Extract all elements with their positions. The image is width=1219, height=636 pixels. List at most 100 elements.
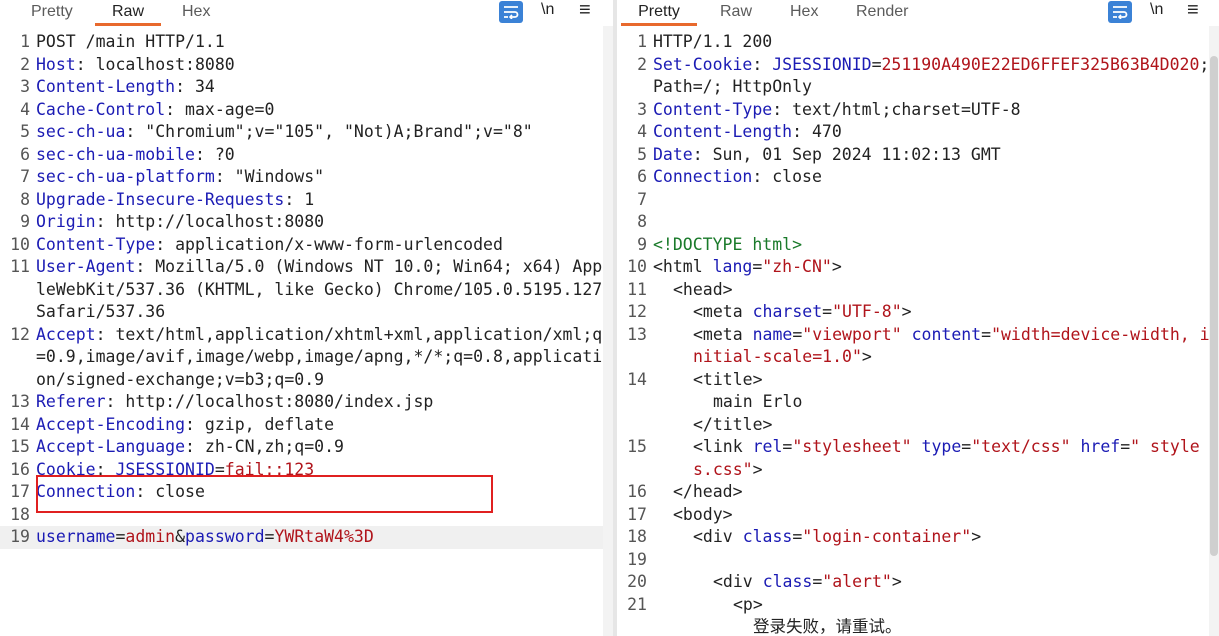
code-line: 7 sec-ch-ua-platform: "Windows" bbox=[20, 167, 325, 186]
code-line: 13 <meta name="viewport" content="width=… bbox=[627, 324, 1210, 367]
code-line: 16 </head> bbox=[627, 482, 743, 501]
request-scrollbar[interactable] bbox=[603, 26, 613, 636]
code-line: 19 bbox=[627, 549, 647, 569]
header-value: application/x-www-form-urlencoded bbox=[165, 234, 503, 254]
header-name: Referer bbox=[36, 392, 106, 411]
code-line: 13 Referer: http://localhost:8080/index.j… bbox=[10, 392, 434, 411]
header-value: text/html,application/xhtml+xml,applicat… bbox=[36, 324, 603, 389]
header-value: "Windows" bbox=[224, 167, 325, 186]
header-name: Set-Cookie bbox=[653, 54, 753, 74]
code-line: 15 Accept-Language: zh-CN,zh;q=0.9 bbox=[10, 437, 344, 456]
code-line: 18 <div class="login-container"> bbox=[627, 527, 982, 546]
response-tab-hex[interactable]: Hex bbox=[790, 0, 818, 26]
response-tab-raw[interactable]: Raw bbox=[720, 0, 752, 26]
code-line: 12 Accept: text/html,application/xhtml+xm… bbox=[10, 324, 603, 389]
response-headers: 3 Content-Type: text/html;charset=UTF-8 4 C… bbox=[617, 99, 1219, 189]
header-name: Connection bbox=[653, 167, 753, 186]
code-line: 11 User-Agent: Mozilla/5.0 (Windows NT 10… bbox=[0, 256, 613, 324]
header-name: Cache-Control bbox=[36, 99, 166, 119]
header-name: sec-ch-ua-platform bbox=[36, 167, 215, 186]
request-wrap-toggle[interactable] bbox=[498, 0, 524, 24]
response-editor[interactable]: 1 HTTP/1.1 200 2 Set-Cookie: JSESSIONID=… bbox=[617, 31, 1219, 636]
code-line: 登录失败，请重试。 bbox=[617, 616, 1219, 636]
code-line: 9 <!DOCTYPE html> bbox=[637, 234, 803, 254]
code-line: 10 Content-Type: application/x-www-form-u… bbox=[10, 234, 503, 254]
code-line: 7 bbox=[637, 189, 647, 209]
code-line: 14 Accept-Encoding: gzip, deflate bbox=[10, 414, 335, 434]
param-value: YWRtaW4%3D bbox=[274, 527, 374, 546]
request-tab-raw[interactable]: Raw bbox=[95, 0, 161, 26]
header-name: Upgrade-Insecure-Requests bbox=[36, 189, 285, 209]
request-newline-toggle[interactable]: \n bbox=[541, 0, 554, 24]
param-value: admin bbox=[125, 527, 176, 546]
code-line: 4 Content-Length: 470 bbox=[637, 122, 842, 141]
header-name: Host bbox=[36, 54, 76, 74]
word-wrap-icon bbox=[1108, 1, 1132, 23]
header-name: Content-Length bbox=[653, 122, 793, 141]
header-value: http://localhost:8080 bbox=[105, 212, 325, 231]
header-value: ?0 bbox=[204, 144, 235, 164]
header-name: Content-Type bbox=[653, 99, 773, 119]
header-value: zh-CN,zh;q=0.9 bbox=[194, 437, 344, 456]
code-line: 5 Date: Sun, 01 Sep 2024 11:02:13 GMT bbox=[637, 144, 1001, 164]
header-name: Accept bbox=[36, 324, 96, 344]
header-value: "Chromium";v="105", "Not)A;Brand";v="8" bbox=[135, 122, 533, 141]
response-wrap-toggle[interactable] bbox=[1107, 0, 1133, 24]
header-name: Content-Length bbox=[36, 77, 176, 96]
response-tab-render[interactable]: Render bbox=[856, 0, 908, 26]
response-scrollbar[interactable] bbox=[1209, 26, 1219, 636]
response-newline-toggle[interactable]: \n bbox=[1150, 0, 1163, 24]
page-title-text: main Erlo bbox=[713, 392, 803, 411]
header-value: 34 bbox=[185, 77, 215, 96]
code-line: 21 <p> bbox=[627, 594, 763, 614]
response-tab-bar: Pretty Raw Hex Render \n ≡ bbox=[617, 0, 1219, 26]
code-line: 14 <title> bbox=[627, 369, 763, 389]
code-line: 4 Cache-Control: max-age=0 bbox=[20, 99, 275, 119]
header-name: sec-ch-ua-mobile bbox=[36, 144, 195, 164]
code-line: 6 Connection: close bbox=[637, 167, 822, 186]
request-tab-hex[interactable]: Hex bbox=[182, 0, 210, 26]
scrollbar-thumb[interactable] bbox=[1210, 56, 1218, 556]
code-line: 5 sec-ch-ua: "Chromium";v="105", "Not)A;B… bbox=[20, 122, 533, 141]
request-line: POST /main HTTP/1.1 bbox=[36, 32, 225, 51]
header-value: localhost:8080 bbox=[85, 54, 235, 74]
status-line: HTTP/1.1 200 bbox=[653, 32, 773, 51]
word-wrap-icon bbox=[499, 1, 523, 23]
code-line: 20 <div class="alert"> bbox=[627, 572, 902, 591]
code-line: 1 HTTP/1.1 200 bbox=[637, 32, 773, 51]
request-editor[interactable]: 1 POST /main HTTP/1.1 2 Host: localhost:808… bbox=[0, 31, 613, 549]
code-line: 1 POST /main HTTP/1.1 bbox=[20, 32, 225, 51]
code-line: 8 Upgrade-Insecure-Requests: 1 bbox=[20, 189, 315, 209]
response-pane: Pretty Raw Hex Render \n ≡ 1 HTTP/1.1 20… bbox=[617, 0, 1219, 636]
header-name: Content-Type bbox=[36, 234, 156, 254]
code-line: 3 Content-Type: text/html;charset=UTF-8 bbox=[637, 99, 1021, 119]
header-value: gzip, deflate bbox=[194, 414, 335, 434]
code-line: 11 <head> bbox=[627, 279, 733, 299]
header-name: Date bbox=[653, 144, 693, 164]
header-name: User-Agent bbox=[36, 257, 136, 276]
request-pane: Pretty Raw Hex \n ≡ 1 POST /main HTTP/1.1… bbox=[0, 0, 613, 636]
header-value: close bbox=[762, 167, 822, 186]
request-menu-icon[interactable]: ≡ bbox=[579, 0, 591, 24]
cookie-name: JSESSIONID bbox=[772, 54, 872, 74]
code-line: main Erlo bbox=[617, 391, 1219, 414]
cookie-highlight-box bbox=[36, 475, 493, 513]
header-value: 470 bbox=[802, 122, 842, 141]
code-line: </title> bbox=[693, 414, 773, 434]
request-tab-pretty[interactable]: Pretty bbox=[31, 0, 73, 26]
response-menu-icon[interactable]: ≡ bbox=[1187, 0, 1199, 24]
alert-message: 登录失败，请重试。 bbox=[753, 617, 902, 636]
header-name: Origin bbox=[36, 212, 96, 231]
cookie-value: 251190A490E22ED6FFEF325B63B4D020 bbox=[881, 54, 1200, 74]
code-line: 17 <body> bbox=[627, 504, 733, 524]
active-tab-underline bbox=[95, 23, 161, 26]
code-line: 3 Content-Length: 34 bbox=[20, 77, 215, 96]
response-tab-pretty[interactable]: Pretty bbox=[621, 0, 697, 26]
code-line: 19 username=admin&password=YWRtaW4%3D bbox=[0, 526, 613, 549]
param-name: username bbox=[36, 527, 116, 546]
code-line: 2 Set-Cookie: JSESSIONID=251190A490E22ED… bbox=[617, 54, 1219, 99]
code-line: 2 Host: localhost:8080 bbox=[20, 54, 235, 74]
header-value: max-age=0 bbox=[175, 99, 275, 119]
request-tab-bar: Pretty Raw Hex \n ≡ bbox=[0, 0, 613, 26]
header-value: text/html;charset=UTF-8 bbox=[782, 99, 1021, 119]
